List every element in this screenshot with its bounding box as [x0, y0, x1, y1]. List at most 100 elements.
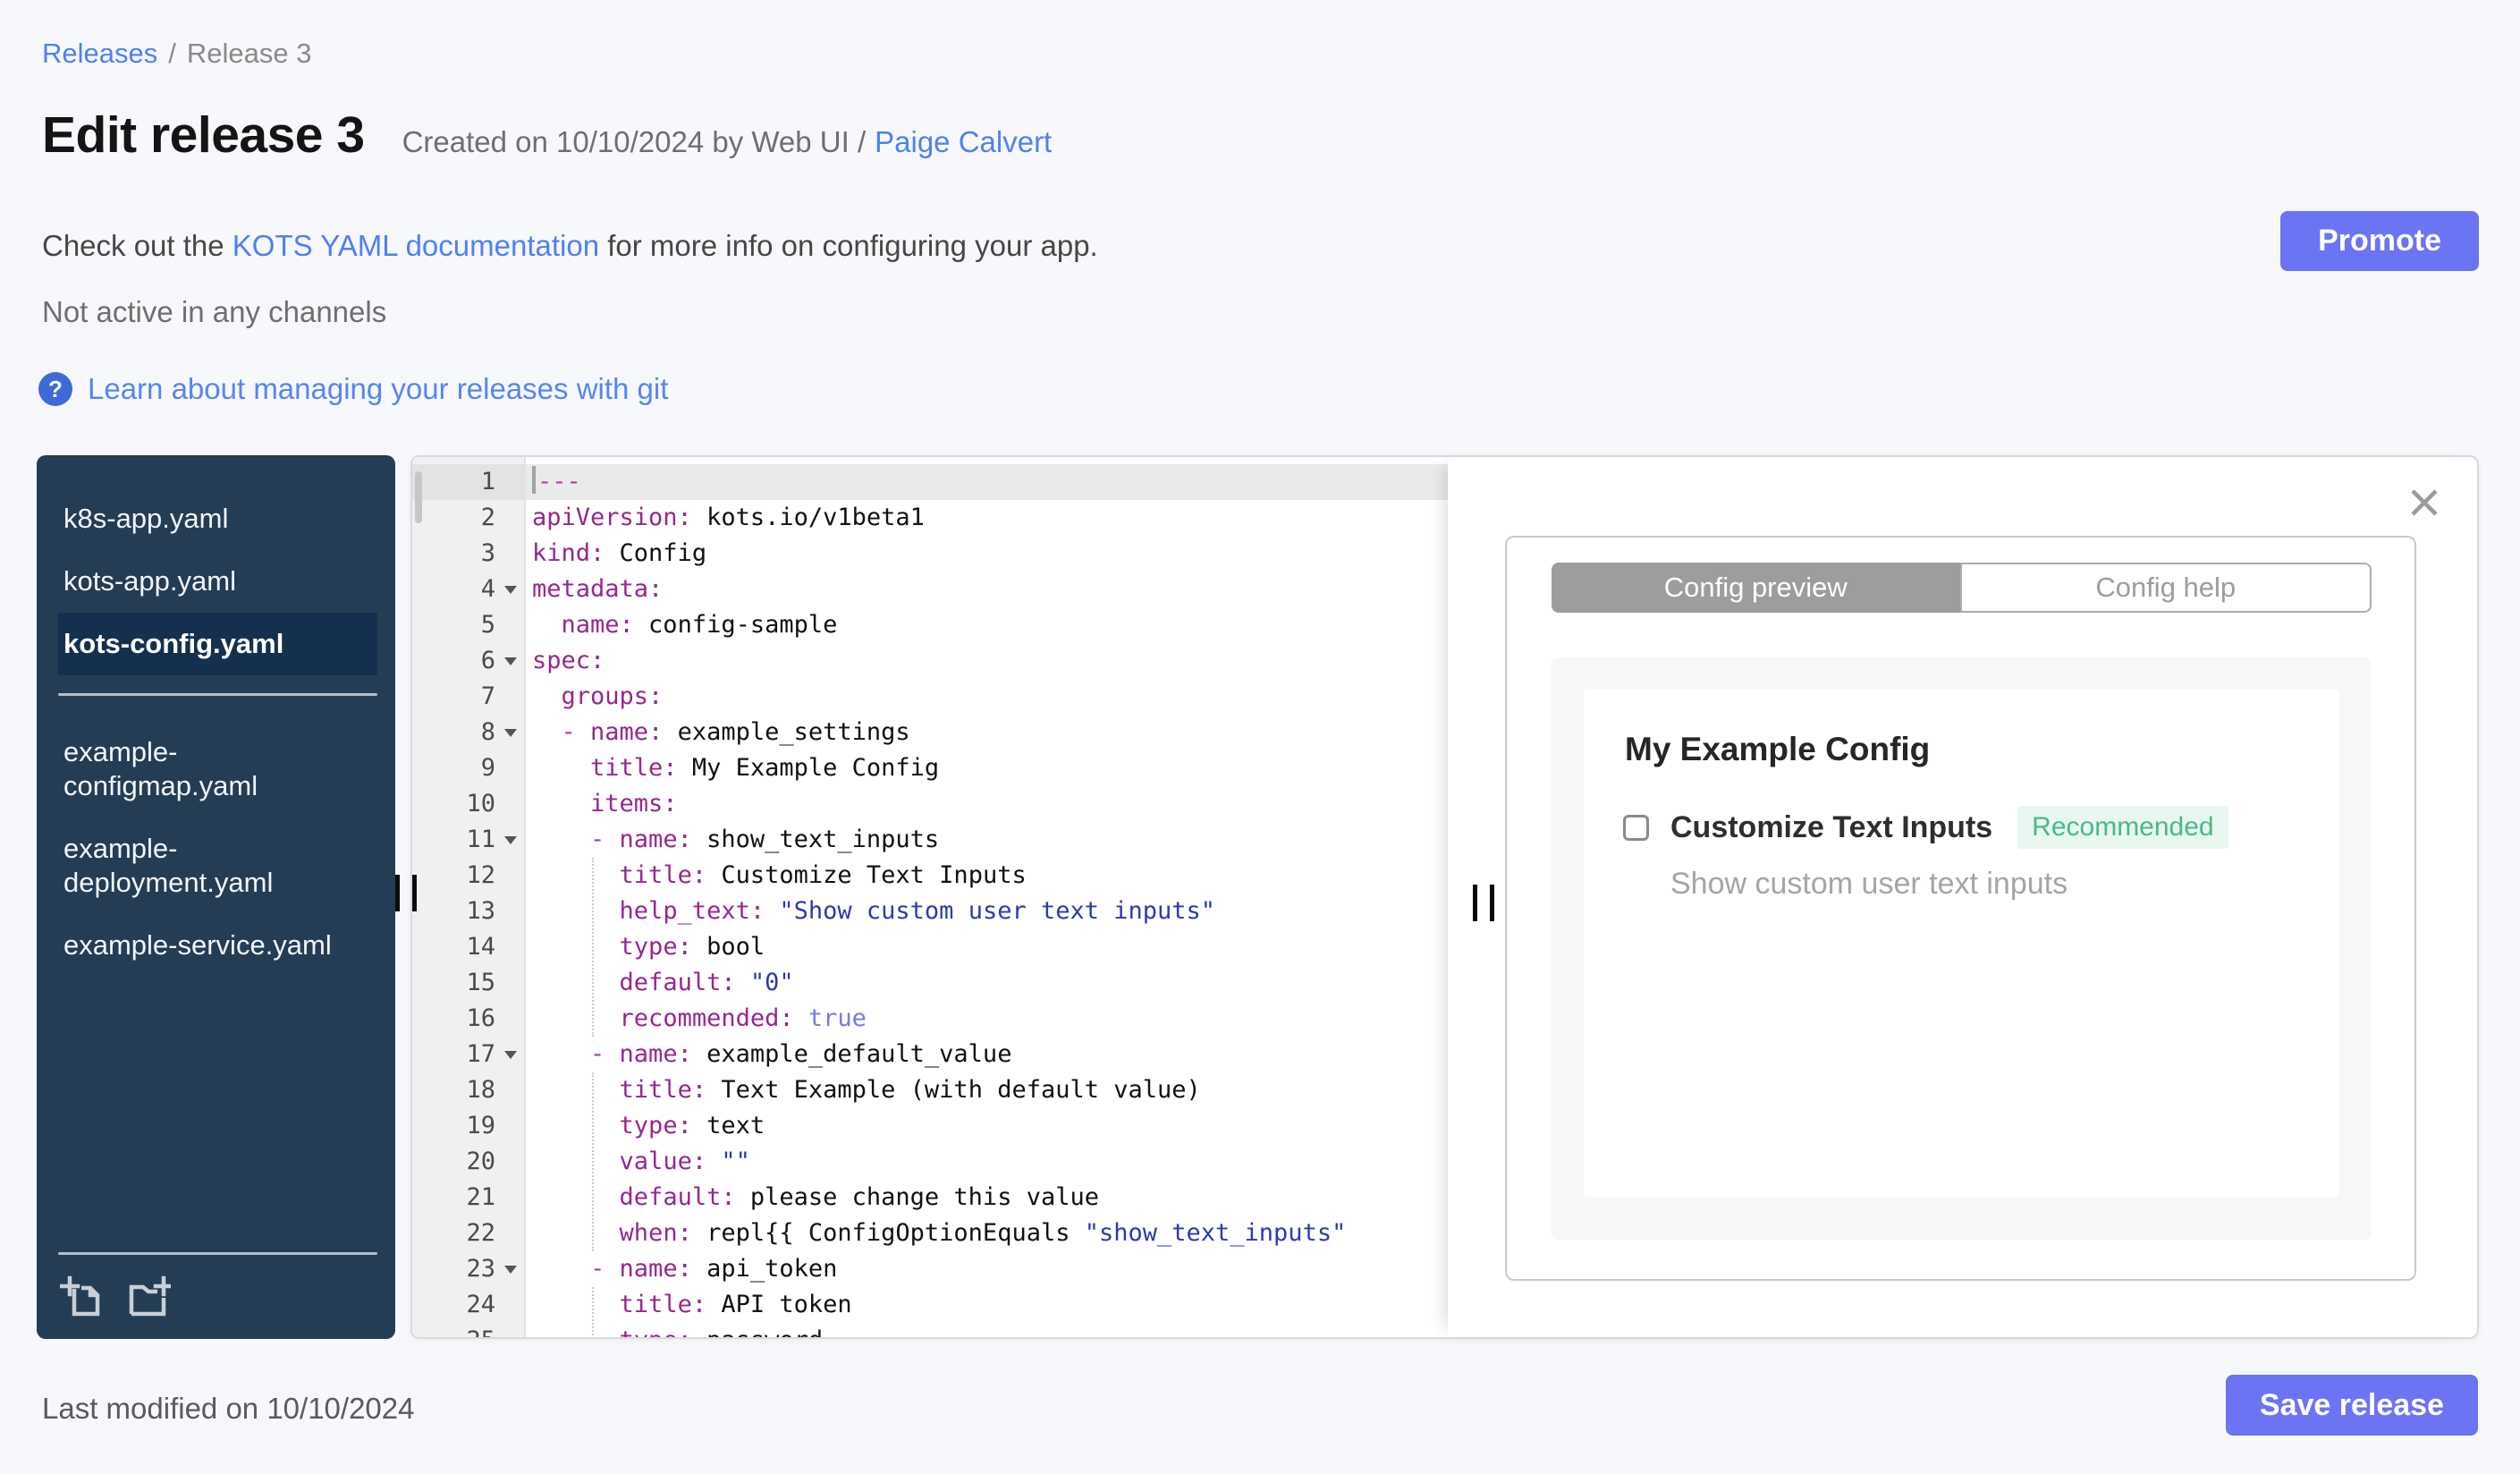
- line-number: 18: [412, 1072, 526, 1108]
- resize-handle-bar: [395, 875, 400, 911]
- code-line[interactable]: 2 apiVersion: kots.io/v1beta1: [412, 500, 1448, 536]
- config-tabs: Config preview Config help: [1552, 563, 2372, 613]
- breadcrumb: Releases / Release 3: [42, 38, 311, 70]
- line-number: 24: [412, 1287, 526, 1323]
- code-line[interactable]: 6 spec:: [412, 643, 1448, 679]
- tab-config-help[interactable]: Config help: [1959, 563, 2372, 613]
- code-line[interactable]: 20 value: "": [412, 1144, 1448, 1180]
- file-name: kots-app.yaml: [63, 565, 236, 597]
- code-line[interactable]: 24 title: API token: [412, 1287, 1448, 1323]
- file-name: k8s-app.yaml: [63, 503, 229, 534]
- code-line[interactable]: 22 when: repl{{ ConfigOptionEquals "show…: [412, 1216, 1448, 1251]
- code-line-text: name: config-sample: [561, 611, 838, 639]
- code-line[interactable]: 16 recommended: true: [412, 1001, 1448, 1037]
- docs-suffix: for more info on configuring your app.: [607, 229, 1098, 262]
- fold-arrow-icon[interactable]: [504, 836, 517, 844]
- close-icon[interactable]: [2407, 486, 2441, 520]
- config-item-row: Customize Text Inputs Recommended: [1623, 806, 2339, 849]
- code-line[interactable]: 11 - name: show_text_inputs: [412, 822, 1448, 858]
- code-line-text: title: API token: [619, 1291, 852, 1318]
- created-info: Created on 10/10/2024 by Web UI / Paige …: [402, 125, 1053, 159]
- line-number: 23: [412, 1251, 526, 1287]
- code-line[interactable]: 13 help_text: "Show custom user text inp…: [412, 894, 1448, 929]
- code-line[interactable]: 14 type: bool: [412, 929, 1448, 965]
- promote-button[interactable]: Promote: [2280, 211, 2479, 271]
- code-line[interactable]: 17 - name: example_default_value: [412, 1037, 1448, 1072]
- file-name: example-deployment.yaml: [63, 833, 274, 898]
- add-file-icon[interactable]: [60, 1275, 103, 1317]
- code-line-text: - name: example_default_value: [590, 1040, 1012, 1068]
- breadcrumb-releases-link[interactable]: Releases: [42, 38, 157, 70]
- code-line[interactable]: 15 default: "0": [412, 965, 1448, 1001]
- file-name: example-service.yaml: [63, 929, 332, 961]
- code-line-text: metadata:: [532, 575, 664, 603]
- tab-config-preview[interactable]: Config preview: [1552, 563, 1960, 613]
- code-line-text: type: text: [619, 1112, 765, 1139]
- question-mark-icon[interactable]: ?: [38, 372, 72, 406]
- file-item[interactable]: example-service.yaml: [58, 914, 377, 977]
- release-editor-area: 1 --- 2 apiVersion: kots.io/v1beta1 3 kind: C…: [410, 455, 2479, 1339]
- yaml-editor[interactable]: 1 --- 2 apiVersion: kots.io/v1beta1 3 kind: C…: [412, 457, 1448, 1337]
- kots-docs-link[interactable]: KOTS YAML documentation: [233, 229, 599, 262]
- code-line[interactable]: 1 ---: [412, 464, 1448, 500]
- fold-arrow-icon[interactable]: [504, 729, 517, 737]
- code-line-text: help_text: "Show custom user text inputs…: [619, 897, 1216, 925]
- line-number: 6: [412, 643, 526, 679]
- file-item[interactable]: k8s-app.yaml: [58, 487, 377, 550]
- fold-arrow-icon[interactable]: [504, 1266, 517, 1274]
- code-line-text: recommended: true: [619, 1004, 867, 1032]
- customize-text-inputs-checkbox[interactable]: [1623, 814, 1649, 841]
- code-line[interactable]: 12 title: Customize Text Inputs: [412, 858, 1448, 894]
- code-line[interactable]: 9 title: My Example Config: [412, 750, 1448, 786]
- file-tree-actions: [37, 1255, 395, 1339]
- line-number: 2: [412, 500, 526, 536]
- code-line-text: ---: [526, 464, 1448, 500]
- file-tree-sidebar: k8s-app.yaml kots-app.yaml kots-config.yam…: [37, 455, 395, 1339]
- fold-arrow-icon[interactable]: [504, 1051, 517, 1059]
- docs-line: Check out the KOTS YAML documentation fo…: [42, 229, 1098, 263]
- line-number: 14: [412, 929, 526, 965]
- fold-arrow-icon[interactable]: [504, 586, 517, 594]
- code-line[interactable]: 7 groups:: [412, 679, 1448, 715]
- line-number: 21: [412, 1180, 526, 1216]
- save-release-button[interactable]: Save release: [2225, 1375, 2478, 1436]
- code-line-text: - name: show_text_inputs: [590, 826, 940, 853]
- code-line[interactable]: 10 items:: [412, 786, 1448, 822]
- file-item[interactable]: kots-config.yaml: [58, 613, 377, 675]
- code-line-text: title: Customize Text Inputs: [619, 861, 1027, 889]
- file-item[interactable]: kots-app.yaml: [58, 550, 377, 613]
- breadcrumb-separator: /: [168, 38, 176, 69]
- code-line-text: default: please change this value: [619, 1183, 1099, 1211]
- channel-status: Not active in any channels: [42, 295, 387, 328]
- recommended-badge: Recommended: [2017, 806, 2228, 849]
- line-number: 11: [412, 822, 526, 858]
- file-item[interactable]: example-configmap.yaml: [58, 721, 377, 817]
- code-line-text: apiVersion: kots.io/v1beta1: [532, 504, 925, 531]
- line-number: 20: [412, 1144, 526, 1180]
- code-line[interactable]: 3 kind: Config: [412, 536, 1448, 572]
- code-line-text: - name: api_token: [590, 1255, 838, 1283]
- add-folder-icon[interactable]: [128, 1275, 171, 1317]
- code-line[interactable]: 4 metadata:: [412, 572, 1448, 607]
- editor-scrollbar-thumb[interactable]: [415, 471, 422, 523]
- created-author-link[interactable]: Paige Calvert: [875, 125, 1052, 159]
- line-number: 1: [412, 464, 526, 500]
- line-number: 16: [412, 1001, 526, 1037]
- code-line[interactable]: 25 type: password: [412, 1323, 1448, 1337]
- fold-arrow-icon[interactable]: [504, 657, 517, 665]
- code-line[interactable]: 8 - name: example_settings: [412, 715, 1448, 750]
- resize-handle-preview[interactable]: [1473, 885, 1494, 921]
- docs-prefix: Check out the: [42, 229, 224, 262]
- code-line-text: type: password: [526, 1323, 1448, 1337]
- file-item[interactable]: example-deployment.yaml: [58, 817, 377, 914]
- line-number: 3: [412, 536, 526, 572]
- code-line[interactable]: 18 title: Text Example (with default val…: [412, 1072, 1448, 1108]
- resize-handle-sidebar[interactable]: [395, 875, 417, 911]
- code-line[interactable]: 23 - name: api_token: [412, 1251, 1448, 1287]
- text-cursor: [532, 466, 536, 494]
- code-line[interactable]: 21 default: please change this value: [412, 1180, 1448, 1216]
- code-line[interactable]: 5 name: config-sample: [412, 607, 1448, 643]
- git-releases-link[interactable]: Learn about managing your releases with …: [88, 372, 668, 406]
- resize-handle-bar: [1490, 885, 1494, 921]
- code-line[interactable]: 19 type: text: [412, 1108, 1448, 1144]
